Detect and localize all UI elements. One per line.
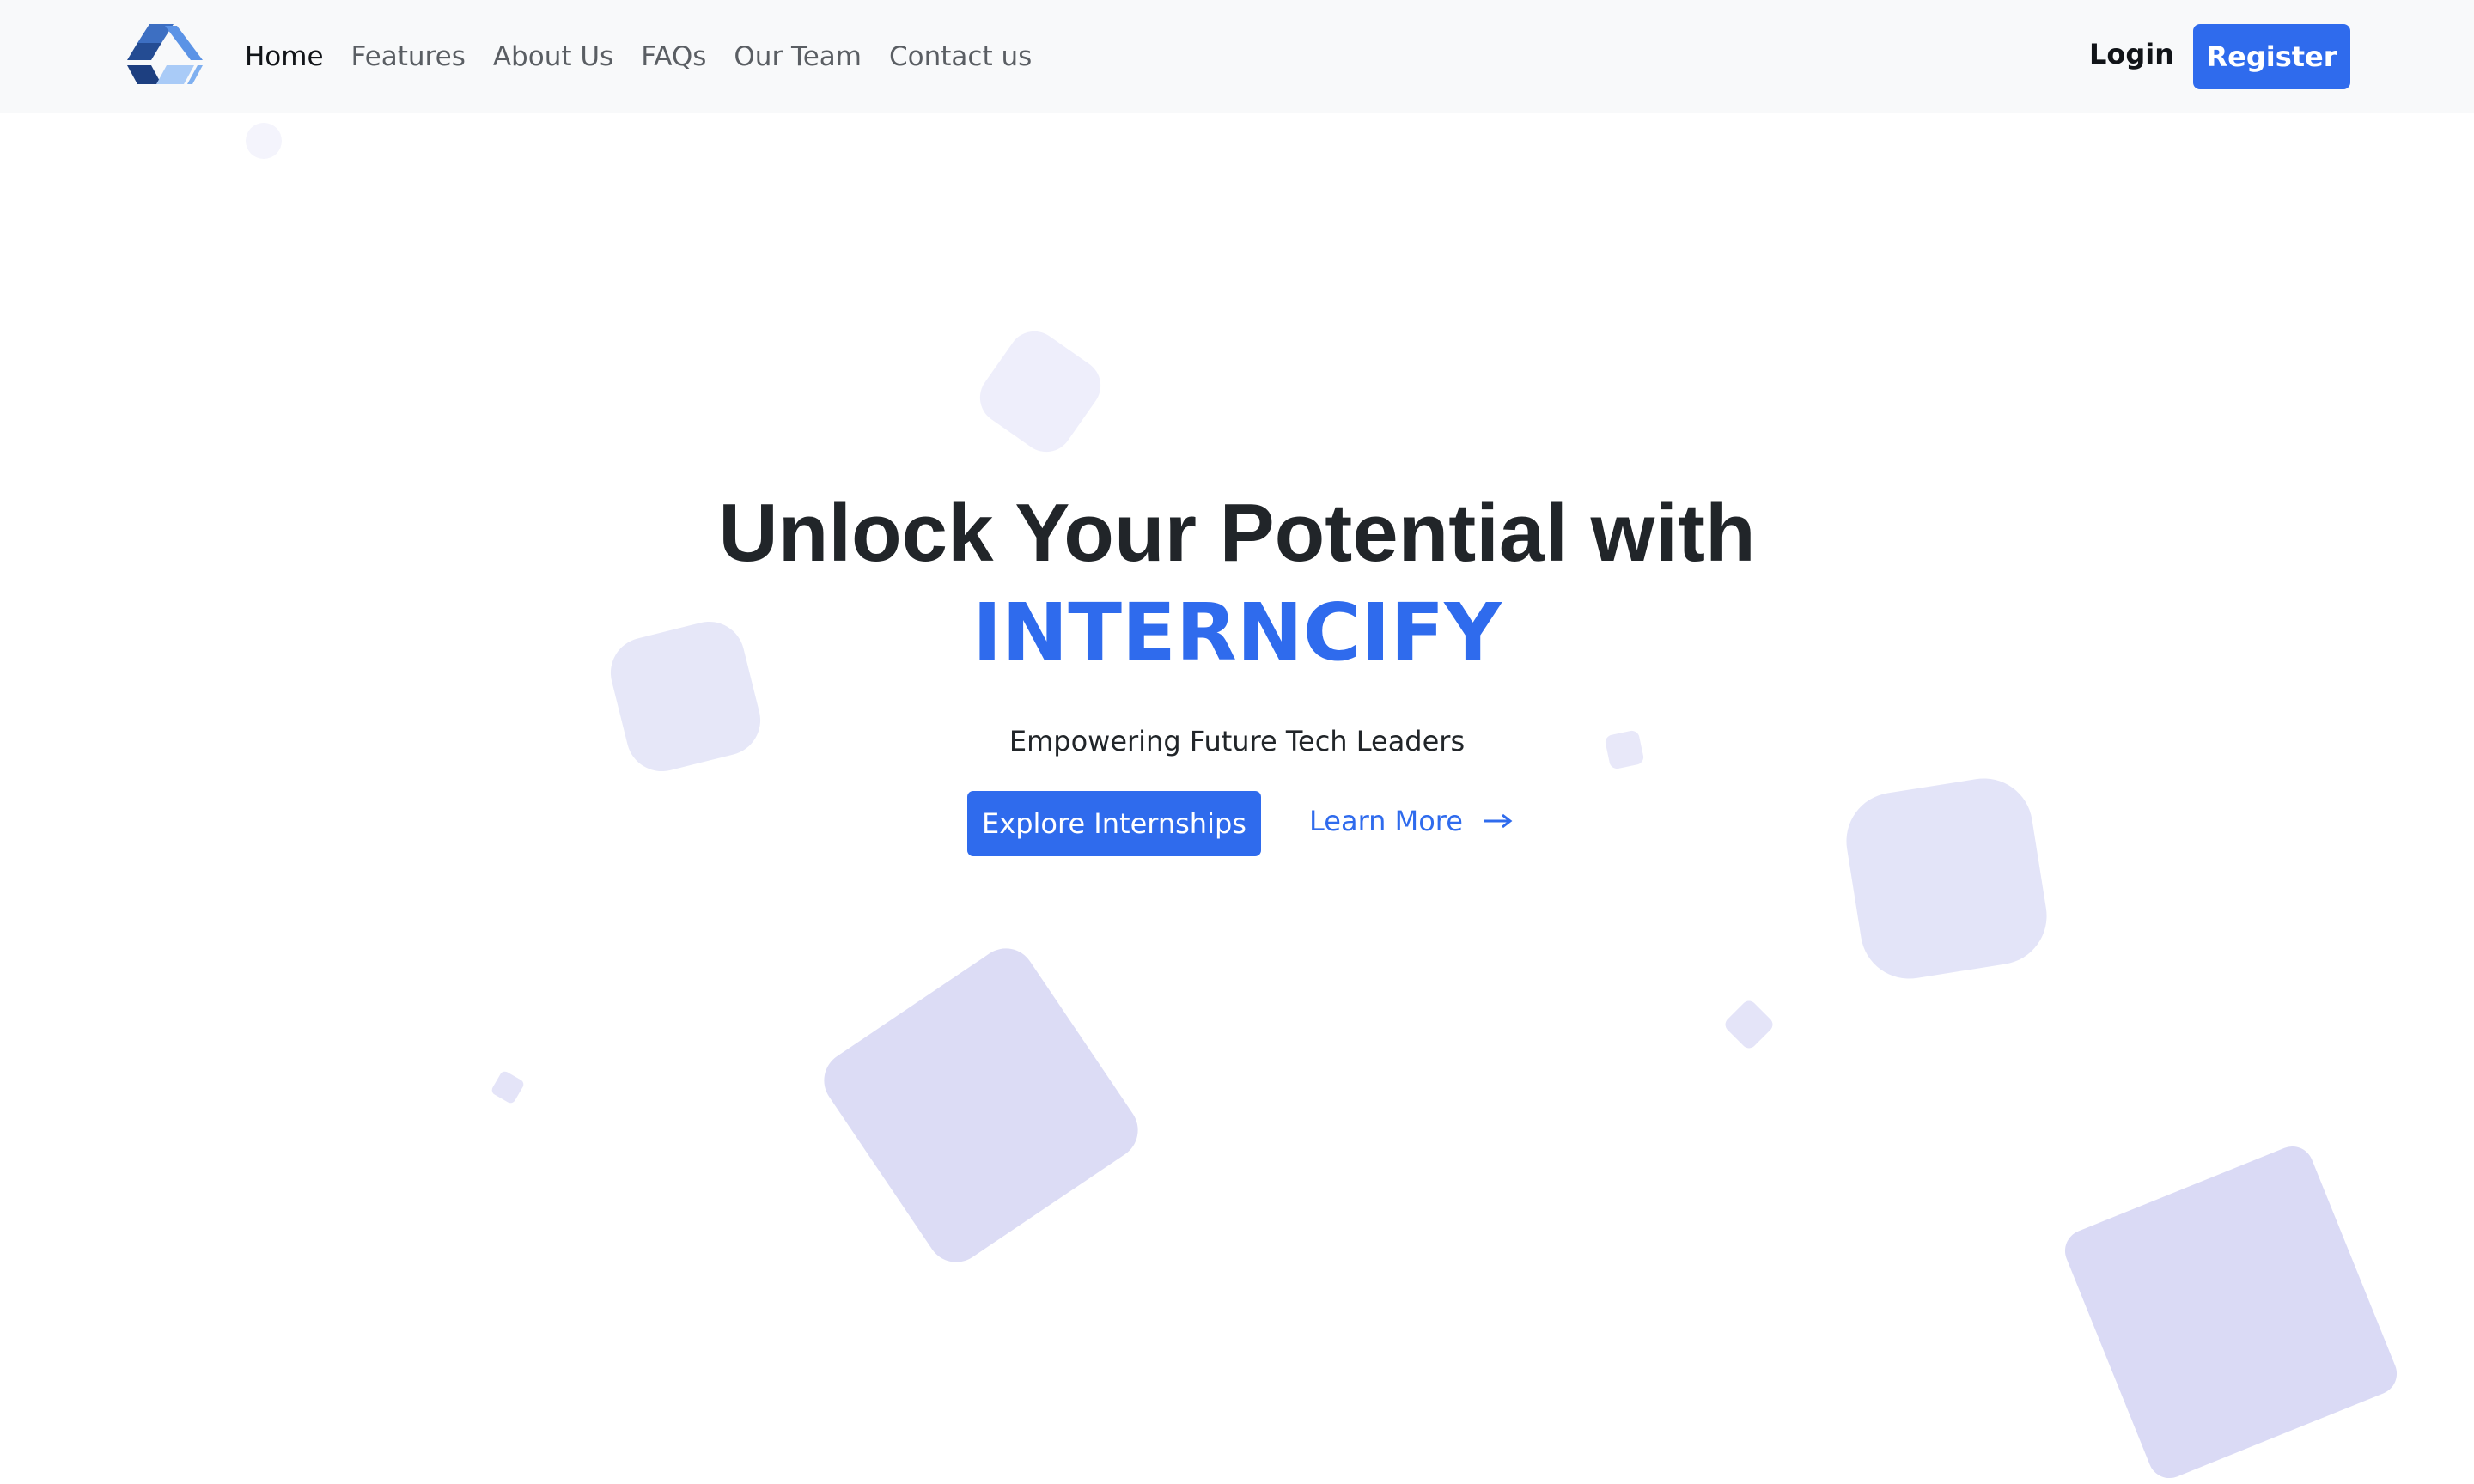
- decorative-square: [2058, 1140, 2404, 1484]
- register-button[interactable]: Register: [2193, 24, 2350, 89]
- learn-more-link[interactable]: Learn More: [1309, 800, 1513, 842]
- hero-tagline: Empowering Future Tech Leaders: [1008, 725, 1466, 757]
- decorative-square: [813, 937, 1149, 1274]
- nav-link-contact-us[interactable]: Contact us: [875, 41, 1045, 72]
- decorative-circle: [246, 123, 282, 159]
- nav-link-about-us[interactable]: About Us: [479, 41, 627, 72]
- hero-headline: Unlock Your Potential with: [718, 487, 1756, 579]
- arrow-right-icon: [1484, 813, 1513, 829]
- nav-link-our-team[interactable]: Our Team: [720, 41, 875, 72]
- nav-link-features[interactable]: Features: [338, 41, 479, 72]
- navbar: Home Features About Us FAQs Our Team Con…: [0, 0, 2474, 113]
- decorative-square: [1839, 771, 2054, 986]
- decorative-square: [490, 1069, 526, 1105]
- nav-link-home[interactable]: Home: [245, 41, 338, 72]
- hero-brand-name: INTERNCIFY: [972, 587, 1502, 678]
- nav-link-faqs[interactable]: FAQs: [627, 41, 720, 72]
- explore-internships-button[interactable]: Explore Internships: [967, 791, 1261, 856]
- cube-logo-icon[interactable]: [127, 24, 203, 86]
- login-link[interactable]: Login: [2089, 38, 2174, 70]
- decorative-square: [1721, 997, 1776, 1052]
- learn-more-label: Learn More: [1309, 805, 1463, 837]
- nav-links: Home Features About Us FAQs Our Team Con…: [245, 0, 1045, 113]
- decorative-square: [969, 320, 1112, 463]
